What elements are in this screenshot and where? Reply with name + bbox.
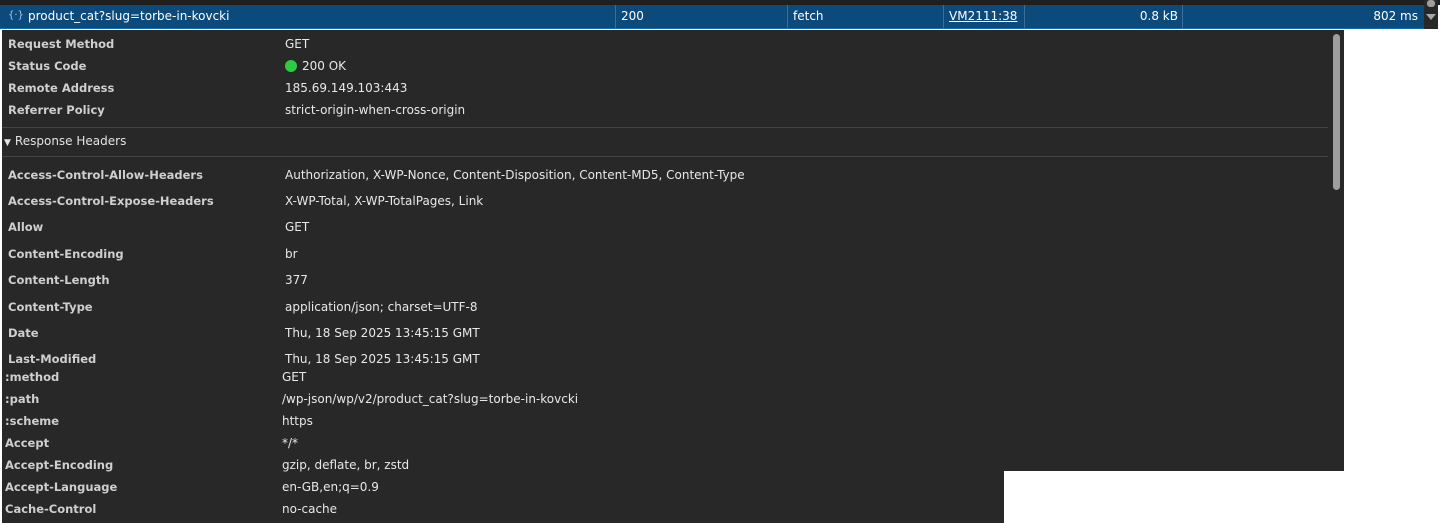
response-header-row: Access-Control-Expose-Headers X-WP-Total…: [2, 190, 1330, 212]
header-value: 185.69.149.103:443: [285, 81, 408, 95]
response-header-row: Access-Control-Allow-Headers Authorizati…: [2, 164, 1330, 186]
section-title: Response Headers: [14, 134, 127, 148]
status-text: 200 OK: [302, 59, 347, 73]
header-key: Accept-Encoding: [5, 458, 114, 472]
response-header-row: Content-Encoding br: [2, 243, 1330, 265]
header-value: en-GB,en;q=0.9: [282, 480, 379, 494]
header-key: Accept-Language: [5, 480, 118, 494]
header-key: Status Code: [8, 59, 87, 73]
request-status: 200: [621, 9, 644, 23]
response-header-row: Date Thu, 18 Sep 2025 13:45:15 GMT: [2, 322, 1330, 344]
response-header-row: Content-Type application/json; charset=U…: [2, 296, 1330, 318]
response-header-row: Allow GET: [2, 216, 1330, 238]
header-value: GET: [282, 370, 307, 384]
response-headers-toggle[interactable]: ▼ Response Headers: [4, 134, 126, 148]
header-value: 377: [285, 273, 308, 287]
request-header-row: :method GET: [2, 366, 1330, 388]
header-value: Thu, 18 Sep 2025 13:45:15 GMT: [285, 352, 480, 366]
section-divider: [2, 156, 1328, 157]
column-divider[interactable]: [1024, 5, 1025, 28]
column-divider[interactable]: [1182, 5, 1183, 28]
request-header-row: :scheme https: [2, 410, 1330, 432]
request-initiator-link[interactable]: VM2111:38: [949, 5, 1017, 28]
column-divider[interactable]: [943, 5, 944, 28]
headers-panel: Request Method GET Status Code 200 OK Re…: [2, 30, 1344, 523]
request-header-row: Accept */*: [2, 432, 1330, 454]
header-key: Content-Encoding: [8, 247, 124, 261]
header-value: no-cache: [282, 502, 338, 516]
header-value: /wp-json/wp/v2/product_cat?slug=torbe-in…: [282, 392, 579, 406]
header-key: Accept: [5, 436, 50, 450]
network-request-row-selected[interactable]: {·} product_cat?slug=torbe-in-kovcki 200…: [0, 5, 1438, 29]
header-value-status: 200 OK: [285, 59, 346, 73]
header-value: GET: [285, 220, 310, 234]
header-key: Last-Modified: [8, 352, 97, 366]
triangle-down-icon: ▼: [4, 138, 11, 148]
general-row-referrer-policy: Referrer Policy strict-origin-when-cross…: [2, 99, 1330, 121]
fetch-braces-icon: {·}: [8, 10, 24, 21]
request-name[interactable]: product_cat?slug=torbe-in-kovcki: [28, 5, 229, 28]
header-key: :path: [5, 392, 40, 406]
header-value: X-WP-Total, X-WP-TotalPages, Link: [285, 194, 484, 208]
header-value: gzip, deflate, br, zstd: [282, 458, 410, 472]
general-row-remote-address: Remote Address 185.69.149.103:443: [2, 77, 1330, 99]
header-key: :method: [5, 370, 60, 384]
request-time: 802 ms: [1373, 9, 1418, 23]
general-row-request-method: Request Method GET: [2, 33, 1330, 55]
header-key: Content-Length: [8, 273, 110, 287]
header-value: application/json; charset=UTF-8: [285, 300, 478, 314]
header-key: Allow: [8, 220, 44, 234]
general-row-status-code: Status Code 200 OK: [2, 55, 1330, 77]
header-key: Access-Control-Allow-Headers: [8, 168, 203, 182]
header-value: Authorization, X-WP-Nonce, Content-Dispo…: [285, 168, 745, 182]
response-header-row: Content-Length 377: [2, 269, 1330, 291]
network-table-scrollbar[interactable]: [1424, 0, 1438, 29]
request-header-row: :path /wp-json/wp/v2/product_cat?slug=to…: [2, 388, 1330, 410]
column-divider[interactable]: [615, 5, 616, 28]
request-type: fetch: [793, 9, 824, 23]
request-size: 0.8 kB: [1139, 9, 1178, 23]
status-ok-dot-icon: [285, 60, 297, 72]
header-value: strict-origin-when-cross-origin: [285, 103, 466, 117]
header-value: Thu, 18 Sep 2025 13:45:15 GMT: [285, 326, 480, 340]
section-divider: [2, 127, 1328, 128]
header-value: https: [282, 414, 313, 428]
header-key: Access-Control-Expose-Headers: [8, 194, 214, 208]
header-key: Remote Address: [8, 81, 115, 95]
header-key: Content-Type: [8, 300, 93, 314]
header-key: :scheme: [5, 414, 60, 428]
scrollbar-thumb[interactable]: [1427, 0, 1435, 7]
header-key: Date: [8, 326, 39, 340]
header-value: br: [285, 247, 298, 261]
header-key: Cache-Control: [5, 502, 97, 516]
header-key: Referrer Policy: [8, 103, 105, 117]
header-value: GET: [285, 37, 310, 51]
header-key: Request Method: [8, 37, 115, 51]
scroll-down-arrow-icon[interactable]: [1426, 14, 1436, 20]
headers-scrollbar-thumb[interactable]: [1333, 34, 1340, 190]
blank-overlay: [1004, 471, 1451, 523]
column-divider[interactable]: [787, 5, 788, 28]
header-value: */*: [282, 436, 299, 450]
